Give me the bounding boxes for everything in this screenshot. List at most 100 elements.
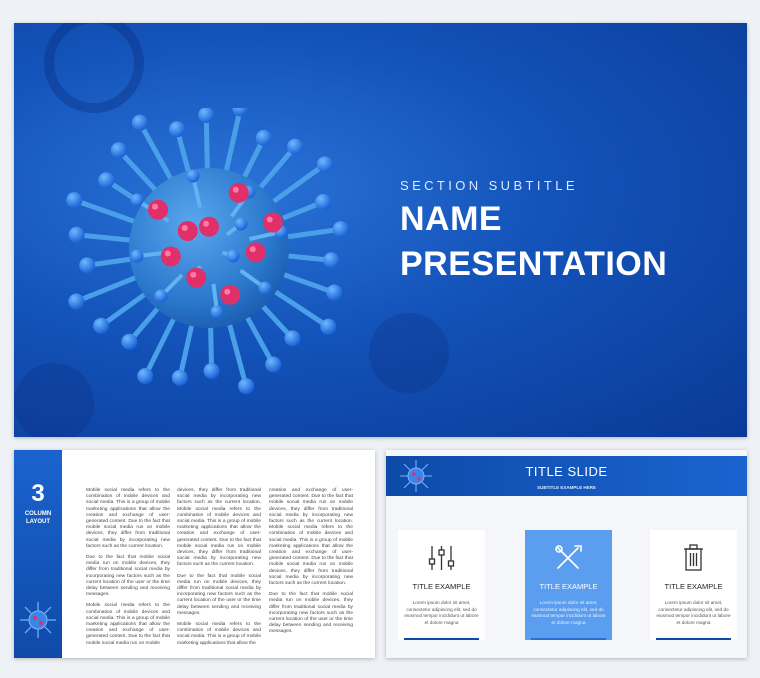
card-text: Lorem ipsum dolor sit amet, consectetur …: [531, 600, 606, 625]
column-count-number: 3: [31, 480, 45, 507]
virus-spike-knob: [137, 367, 154, 384]
virus-spike: [99, 289, 150, 328]
virus-spike-knob: [131, 114, 148, 131]
virus-spike-knob: [130, 193, 144, 207]
card-title: TITLE EXAMPLE: [664, 582, 723, 591]
virus-protein-highlight: [203, 220, 209, 227]
virus-spike: [116, 148, 160, 195]
virus-spike: [226, 319, 249, 387]
virus-spike-knob: [315, 193, 332, 210]
virus-spike-knob: [232, 108, 249, 117]
virus-spike: [222, 108, 243, 176]
virus-protein-highlight: [152, 203, 158, 210]
virus-spike-knob: [258, 281, 272, 295]
text-column-3: creation and exchange of user-generated …: [269, 488, 353, 641]
column-paragraph: devices, they differ from traditional so…: [177, 488, 261, 568]
virus-spike-knob: [320, 318, 337, 335]
card-underline: [531, 638, 606, 640]
card-text: Lorem ipsum dolor sit amet, consectetur …: [404, 600, 479, 625]
small-virus-icon: [20, 602, 56, 638]
virus-protein-highlight: [224, 288, 231, 295]
text-column-2: devices, they differ from traditional so…: [177, 488, 261, 652]
virus-spike-knob: [323, 252, 340, 269]
virus-protein: [199, 216, 219, 237]
virus-spike: [73, 197, 140, 226]
virus-protein-highlight: [181, 225, 188, 231]
card-title: TITLE EXAMPLE: [539, 582, 598, 591]
virus-protein: [228, 182, 249, 203]
virus-spike-knob: [238, 378, 255, 395]
virus-spike-knob: [169, 121, 186, 138]
virus-spike: [177, 320, 196, 379]
virus-spike-knob: [130, 249, 144, 263]
virus-spike: [255, 145, 298, 193]
feature-card: TITLE EXAMPLE Lorem ipsum dolor sit amet…: [650, 530, 737, 640]
virus-spike-knob: [79, 257, 96, 274]
virus-spike: [137, 121, 175, 184]
title-banner: TITLE SLIDE SUBTITLE EXAMPLE HERE: [386, 456, 747, 496]
virus-spike: [243, 312, 276, 366]
virus-protein: [177, 221, 198, 241]
card-text: Lorem ipsum dolor sit amet, consectetur …: [656, 600, 731, 625]
column-label-line2: LAYOUT: [25, 519, 51, 525]
virus-protein: [262, 212, 283, 233]
virus-spike: [76, 232, 135, 244]
virus-spike-knob: [66, 192, 83, 209]
feature-card: TITLE EXAMPLE Lorem ipsum dolor sit amet…: [398, 530, 485, 640]
virus-spike-knob: [171, 369, 188, 386]
virus-spike: [142, 314, 178, 378]
virus-spike: [203, 114, 210, 174]
virus-spike-knob: [255, 129, 272, 146]
main-slide-preview[interactable]: SECTION SUBTITLE NAME PRESENTATION: [14, 23, 747, 437]
virus-spike-knob: [284, 330, 301, 347]
virus-spike-knob: [210, 305, 224, 319]
virus-spike-knob: [98, 172, 115, 189]
presentation-title-line1[interactable]: NAME: [400, 200, 502, 239]
text-column-1: Mobile social media refers to the combin…: [86, 488, 170, 652]
tools-icon: [555, 545, 582, 569]
virus-protein: [160, 246, 181, 267]
card-underline: [404, 638, 479, 640]
virus-protein-highlight: [249, 246, 256, 253]
virus-protein-highlight: [266, 216, 273, 223]
column-paragraph: Due to the fact that mobile social media…: [177, 573, 261, 616]
virus-spike-knob: [265, 356, 282, 373]
slide-subtitle: SUBTITLE EXAMPLE HERE: [537, 485, 596, 490]
three-column-slide-preview[interactable]: 3 COLUMN LAYOUT Mobile social media refe…: [14, 450, 375, 658]
virus-spike-knob: [316, 156, 333, 173]
column-paragraph: creation and exchange of user-generated …: [269, 488, 353, 587]
virus-spike-knob: [332, 221, 349, 238]
card-underline: [656, 638, 731, 640]
virus-spike: [282, 226, 342, 240]
virus-spike-knob: [226, 249, 240, 263]
virus-spike-knob: [198, 108, 215, 124]
virus-spike: [270, 287, 330, 329]
virus-body: [129, 168, 289, 328]
virus-protein: [186, 267, 207, 288]
trash-icon: [684, 544, 703, 571]
section-subtitle[interactable]: SECTION SUBTITLE: [400, 178, 578, 193]
virus-spike-knob: [203, 362, 220, 379]
title-slide-preview[interactable]: TITLE SLIDE SUBTITLE EXAMPLE HERE TITLE …: [386, 450, 747, 658]
column-paragraph: Mobile social media refers to the combin…: [86, 603, 170, 646]
virus-spike-knob: [121, 333, 138, 350]
virus-spike-knob: [68, 226, 85, 243]
virus-protein: [148, 199, 168, 220]
column-sidebar: 3 COLUMN LAYOUT: [14, 450, 62, 658]
virus-spike-knob: [234, 217, 248, 231]
column-paragraph: Due to the fact that mobile social media…: [269, 592, 353, 635]
presentation-title-line2[interactable]: PRESENTATION: [400, 245, 667, 284]
virus-spike-knob: [326, 284, 343, 301]
virus-protein-highlight: [232, 186, 239, 193]
virus-spike-knob: [93, 317, 110, 334]
column-label-line1: COLUMN: [24, 511, 52, 517]
virus-protein: [245, 242, 266, 263]
virus-spike-knob: [186, 169, 200, 183]
virus-spike-knob: [68, 293, 85, 310]
virus-spike-knob: [154, 289, 168, 303]
virus-protein-highlight: [190, 271, 197, 278]
slide-title: TITLE SLIDE: [525, 464, 608, 479]
virus-illustration: [66, 108, 349, 395]
virus-spike: [75, 273, 141, 304]
virus-spike: [278, 270, 336, 295]
